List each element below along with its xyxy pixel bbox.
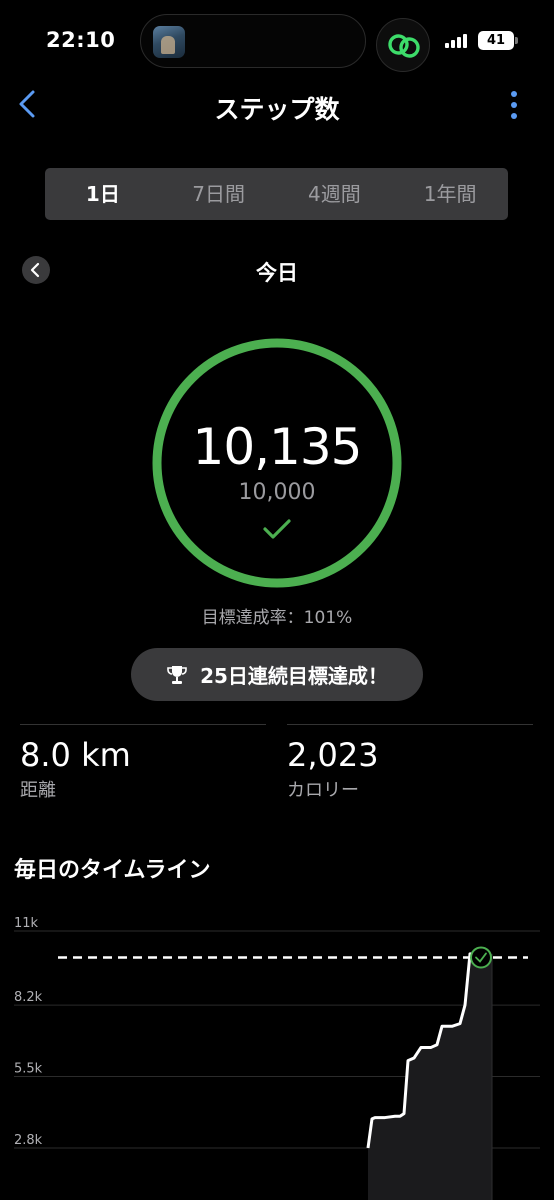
timeline-chart: 11k 8.2k 5.5k 2.8k bbox=[14, 916, 540, 1200]
checkmark-icon bbox=[263, 519, 291, 539]
tab-7days[interactable]: 7日間 bbox=[161, 168, 277, 220]
distance-label: 距離 bbox=[20, 780, 56, 801]
dynamic-island[interactable] bbox=[140, 14, 366, 68]
live-activity-icon[interactable] bbox=[376, 18, 430, 72]
trophy-icon bbox=[167, 665, 187, 684]
page-title: ステップ数 bbox=[214, 95, 340, 124]
tab-1day[interactable]: 1日 bbox=[45, 168, 161, 220]
step-count: 10,135 bbox=[192, 418, 363, 476]
battery-icon: 41 bbox=[478, 31, 518, 50]
distance-value: 8.0 km bbox=[20, 736, 131, 774]
calories-value: 2,023 bbox=[287, 736, 379, 774]
tab-4weeks[interactable]: 4週間 bbox=[277, 168, 393, 220]
goal-reached-marker bbox=[470, 946, 492, 969]
streak-label: 25日連続目標達成！ bbox=[200, 664, 388, 688]
y-tick-label: 5.5k bbox=[14, 1062, 43, 1077]
divider bbox=[287, 724, 533, 725]
step-goal: 10,000 bbox=[238, 480, 316, 505]
y-tick-label: 8.2k bbox=[14, 990, 43, 1005]
calories-label: カロリー bbox=[287, 780, 359, 801]
now-playing-thumbnail[interactable] bbox=[153, 26, 185, 58]
period-tabs: 1日 7日間 4週間 1年間 bbox=[45, 168, 508, 220]
y-tick-label: 2.8k bbox=[14, 1133, 43, 1148]
divider bbox=[20, 724, 266, 725]
day-title: 今日 bbox=[256, 261, 298, 285]
achievement-rate: 目標達成率：101% bbox=[201, 608, 353, 628]
y-tick-label: 11k bbox=[14, 916, 39, 931]
status-time: 22:10 bbox=[46, 28, 116, 52]
streak-badge[interactable]: 25日連続目標達成！ bbox=[131, 648, 423, 701]
tab-1year[interactable]: 1年間 bbox=[392, 168, 508, 220]
timeline-title: 毎日のタイムライン bbox=[14, 858, 211, 883]
signal-icon bbox=[445, 34, 471, 48]
more-options-button[interactable] bbox=[505, 88, 523, 122]
